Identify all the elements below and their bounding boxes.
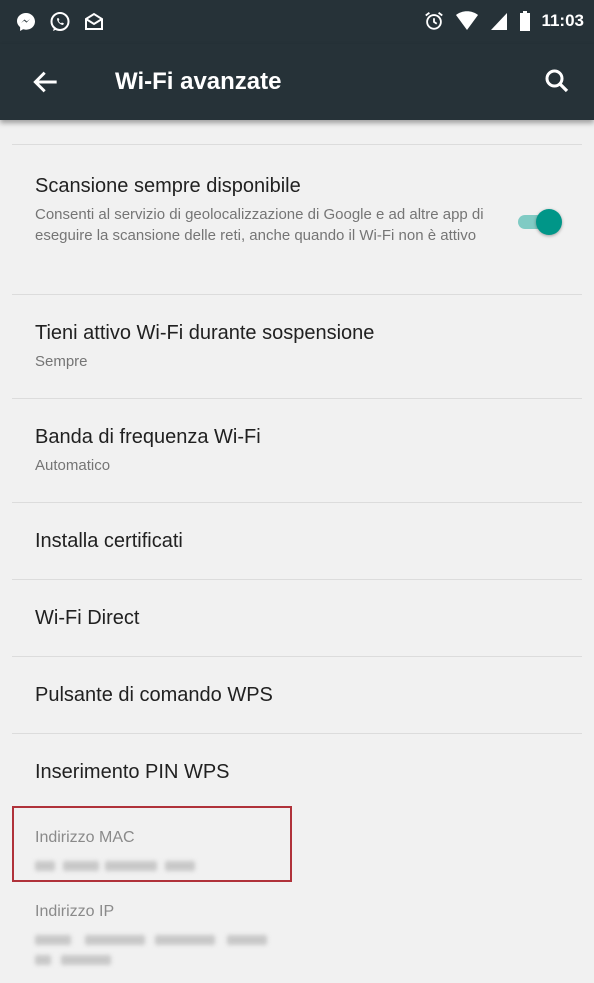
setting-title: Tieni attivo Wi-Fi durante sospensione bbox=[35, 322, 375, 344]
setting-always-scan[interactable]: Scansione sempre disponibile Consenti al… bbox=[12, 145, 582, 295]
mac-address-label: Indirizzo MAC bbox=[35, 829, 135, 846]
status-bar: 11:03 bbox=[0, 0, 594, 44]
battery-icon bbox=[520, 11, 531, 31]
messenger-icon bbox=[17, 13, 35, 31]
setting-wps-pin[interactable]: Inserimento PIN WPS bbox=[12, 734, 582, 811]
ip-address-info: Indirizzo IP bbox=[12, 893, 582, 983]
always-scan-toggle[interactable] bbox=[514, 207, 564, 237]
mac-address-value-redacted bbox=[35, 861, 582, 871]
clock: 11:03 bbox=[541, 11, 584, 30]
settings-list: Scansione sempre disponibile Consenti al… bbox=[12, 120, 582, 983]
setting-wifi-direct[interactable]: Wi-Fi Direct bbox=[12, 580, 582, 657]
setting-frequency-band[interactable]: Banda di frequenza Wi-Fi Automatico bbox=[12, 399, 582, 503]
mail-icon bbox=[85, 12, 103, 30]
signal-icon bbox=[491, 13, 508, 30]
search-icon[interactable] bbox=[542, 66, 572, 96]
setting-title: Inserimento PIN WPS bbox=[35, 761, 230, 783]
setting-title: Pulsante di comando WPS bbox=[35, 684, 273, 706]
setting-title: Wi-Fi Direct bbox=[35, 607, 140, 629]
ip-address-value-redacted bbox=[35, 935, 582, 945]
back-arrow-icon[interactable] bbox=[30, 66, 62, 98]
whatsapp-icon bbox=[50, 12, 70, 31]
divider bbox=[12, 120, 582, 145]
setting-summary: Automatico bbox=[35, 457, 111, 474]
app-bar: Wi-Fi avanzate bbox=[0, 44, 594, 120]
page-title: Wi-Fi avanzate bbox=[115, 68, 282, 95]
setting-title: Banda di frequenza Wi-Fi bbox=[35, 426, 261, 448]
ip-address-value-redacted-2 bbox=[35, 955, 582, 965]
setting-title: Scansione sempre disponibile bbox=[35, 175, 301, 197]
setting-keep-wifi-on[interactable]: Tieni attivo Wi-Fi durante sospensione S… bbox=[12, 295, 582, 399]
setting-summary: Consenti al servizio di geolocalizzazion… bbox=[35, 206, 484, 244]
mac-address-info: Indirizzo MAC bbox=[12, 811, 582, 893]
alarm-icon bbox=[425, 12, 444, 30]
setting-install-certificates[interactable]: Installa certificati bbox=[12, 503, 582, 580]
setting-title: Installa certificati bbox=[35, 530, 183, 552]
wifi-icon bbox=[456, 11, 479, 30]
setting-summary: Sempre bbox=[35, 353, 88, 370]
setting-wps-push-button[interactable]: Pulsante di comando WPS bbox=[12, 657, 582, 734]
ip-address-label: Indirizzo IP bbox=[35, 903, 115, 920]
